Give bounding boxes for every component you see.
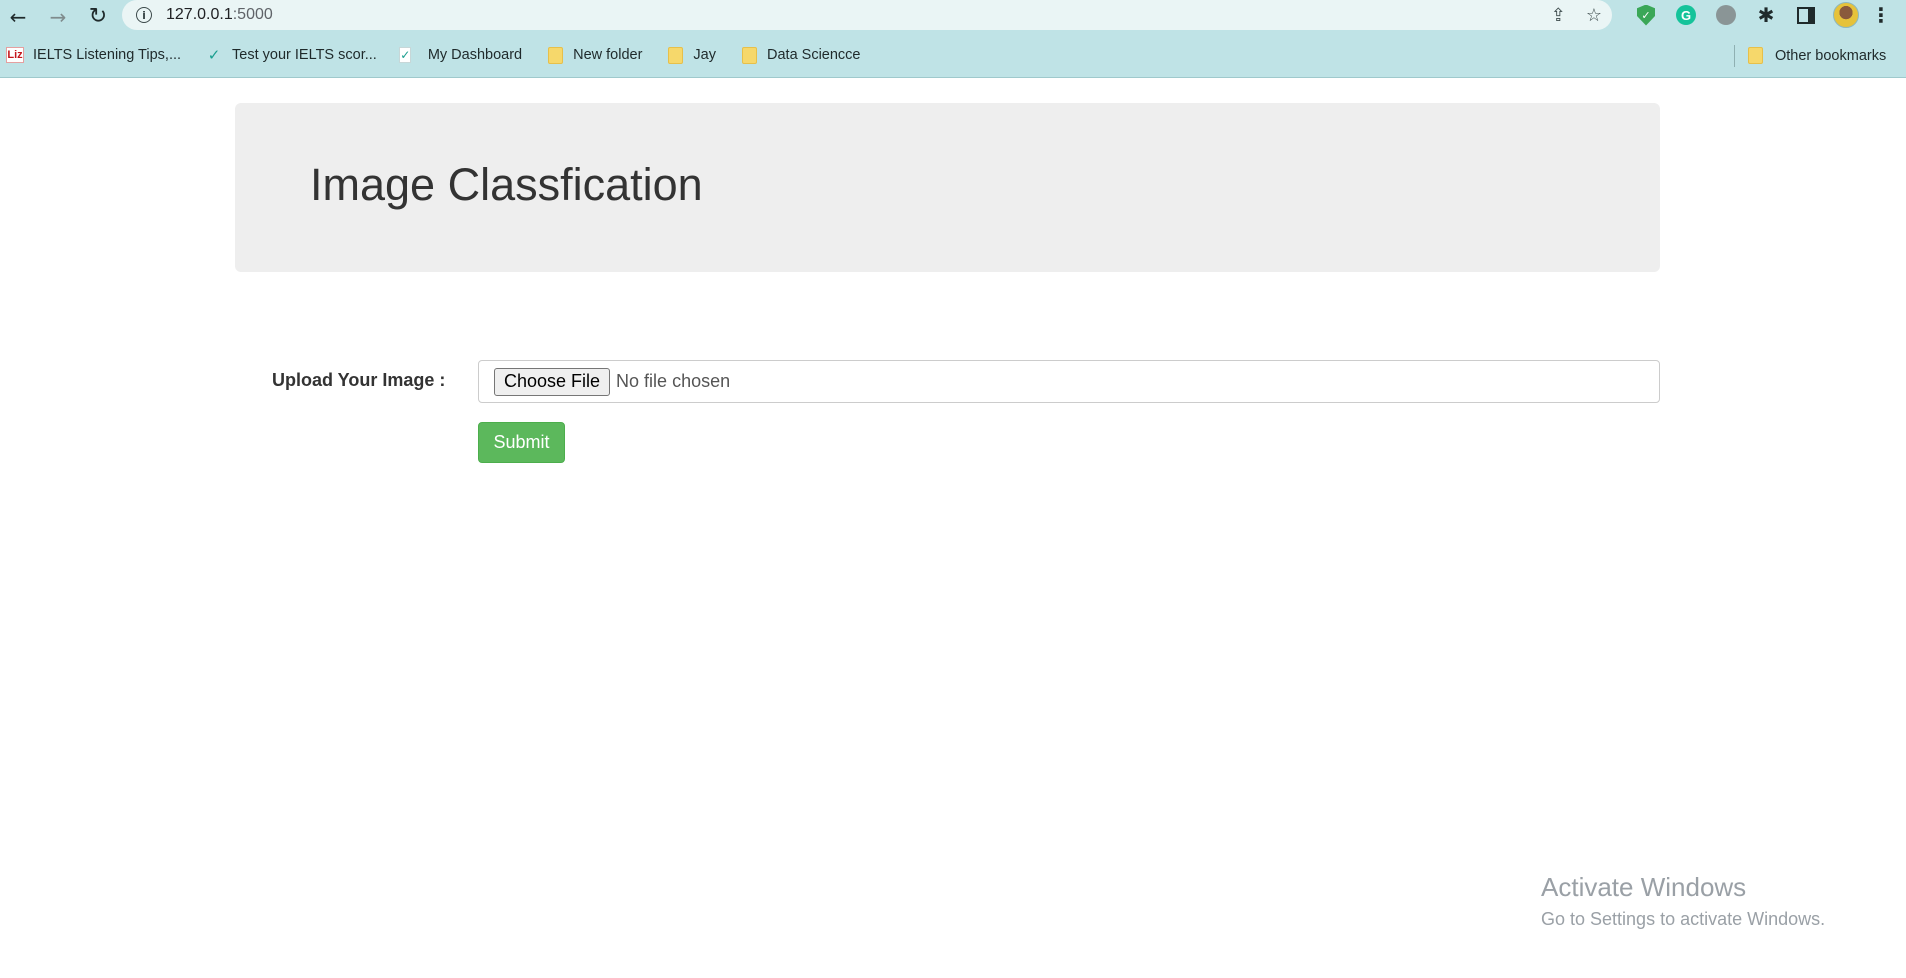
bookmark-new-folder[interactable]: New folder	[546, 46, 643, 64]
bookmark-ielts-score[interactable]: ✓ Test your IELTS scor...	[205, 46, 377, 64]
site-info-icon[interactable]: i	[136, 7, 152, 23]
shield-icon[interactable]: ✓	[1637, 4, 1655, 26]
bookmark-label: New folder	[573, 47, 643, 63]
other-bookmarks-label: Other bookmarks	[1775, 47, 1887, 64]
folder-icon	[741, 46, 757, 64]
choose-file-button[interactable]: Choose File	[494, 367, 611, 396]
avatar[interactable]	[1833, 2, 1859, 28]
file-input-field[interactable]: Choose File No file chosen	[478, 360, 1660, 403]
bookmarks-bar: Liz IELTS Listening Tips,... ✓ Test your…	[0, 33, 1906, 78]
file-status-text: No file chosen	[616, 371, 731, 391]
grey-extension[interactable]	[1706, 5, 1746, 25]
extensions-button[interactable]: ✱	[1746, 3, 1786, 27]
page-title: Image Classfication	[310, 159, 703, 210]
side-panel-button[interactable]	[1786, 6, 1826, 24]
grammarly-extension[interactable]: G	[1666, 5, 1706, 25]
check-icon: ✓	[207, 46, 221, 64]
submit-button[interactable]: Submit	[478, 422, 565, 463]
upload-label: Upload Your Image :	[272, 370, 446, 390]
extensions-area: ✓ G ✱ ⋮	[1626, 0, 1896, 30]
folder-icon	[1748, 47, 1763, 64]
grammarly-icon[interactable]: G	[1676, 5, 1696, 25]
header-jumbotron: Image Classfication	[235, 103, 1660, 272]
grey-extension-icon[interactable]	[1716, 5, 1736, 25]
watermark-title: Activate Windows	[1541, 872, 1747, 902]
watermark-subtitle: Go to Settings to activate Windows.	[1541, 909, 1826, 929]
bookmark-data-science[interactable]: Data Sciencce	[740, 46, 861, 64]
bookmark-jay[interactable]: Jay	[666, 46, 716, 64]
forward-arrow-icon[interactable]: →	[40, 2, 76, 32]
bookmark-my-dashboard[interactable]: ✓ My Dashboard	[399, 47, 523, 63]
url-host: 127.0.0.1	[166, 6, 233, 23]
folder-icon	[667, 46, 683, 64]
check-box-icon: ✓	[399, 47, 412, 63]
browser-toolbar: ← → ↻ i 127.0.0.1:5000 ⇪ ☆ ✓ G ✱ ⋮	[0, 0, 1906, 33]
folder-icon	[547, 46, 563, 64]
bookmarks-divider	[1734, 45, 1735, 67]
other-bookmarks[interactable]: Other bookmarks	[1748, 33, 1886, 78]
bookmark-label: Data Sciencce	[767, 47, 861, 63]
bookmark-label: Test your IELTS scor...	[232, 47, 377, 63]
bookmark-label: Jay	[693, 47, 716, 63]
profile-button[interactable]	[1826, 2, 1866, 28]
reload-icon[interactable]: ↻	[80, 2, 116, 32]
url-port: :5000	[232, 6, 273, 23]
windows-activation-watermark: Activate Windows Go to Settings to activ…	[1541, 872, 1825, 930]
bookmark-label: My Dashboard	[427, 47, 523, 63]
kebab-menu-icon[interactable]: ⋮	[1871, 3, 1891, 27]
back-arrow-icon[interactable]: ←	[0, 2, 36, 32]
bookmark-label: IELTS Listening Tips,...	[33, 47, 182, 63]
shield-extension[interactable]: ✓	[1626, 4, 1666, 26]
menu-button[interactable]: ⋮	[1866, 3, 1896, 27]
side-panel-icon[interactable]	[1797, 6, 1815, 24]
puzzle-icon[interactable]: ✱	[1758, 3, 1775, 27]
bookmark-star-icon[interactable]: ☆	[1586, 5, 1602, 26]
liz-icon: Liz	[6, 47, 24, 63]
bookmark-ielts-tips[interactable]: Liz IELTS Listening Tips,...	[6, 47, 181, 63]
share-icon[interactable]: ⇪	[1551, 5, 1566, 26]
address-bar[interactable]: i 127.0.0.1:5000 ⇪ ☆	[122, 0, 1612, 30]
